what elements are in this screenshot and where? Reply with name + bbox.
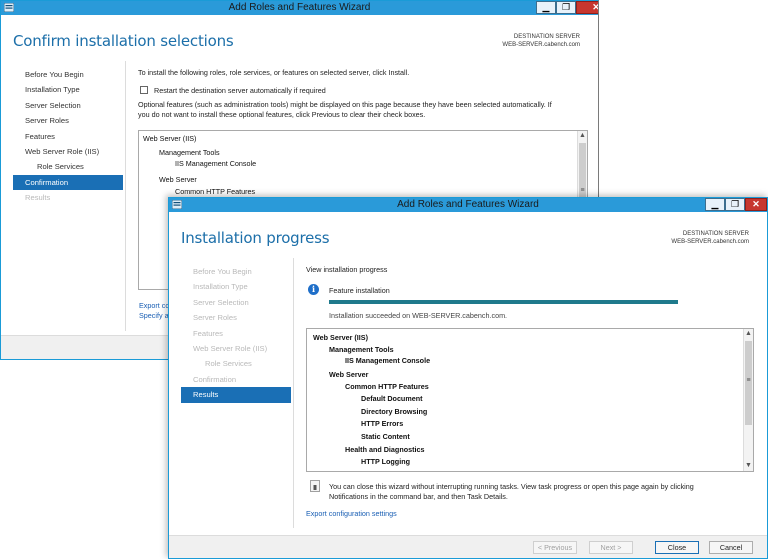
tree-item: Management Tools: [159, 148, 220, 157]
destination-label: DESTINATION SERVER: [513, 34, 580, 40]
nav-server-selection: Server Selection: [193, 297, 249, 307]
tree-item: Default Document: [361, 394, 423, 403]
scroll-up-icon[interactable]: ▲: [578, 131, 587, 141]
nav-features[interactable]: Features: [13, 129, 123, 144]
minimize-icon: ▁: [542, 2, 550, 12]
next-button[interactable]: Next >: [589, 541, 633, 554]
export-config-link[interactable]: Export cc: [139, 301, 169, 310]
minimize-button[interactable]: ▁: [705, 198, 725, 211]
destination-server-name: WEB-SERVER.cabench.com: [502, 42, 580, 48]
nav-results[interactable]: Results: [181, 387, 291, 403]
restore-button[interactable]: ❐: [556, 1, 576, 14]
tree-item: HTTP Logging: [361, 457, 410, 466]
export-config-link[interactable]: Export configuration settings: [306, 509, 397, 518]
nav-confirmation[interactable]: Confirmation: [13, 174, 123, 191]
tree-item: Static Content: [361, 432, 410, 441]
restart-checkbox[interactable]: [140, 86, 148, 94]
specify-source-link[interactable]: Specify a: [139, 311, 169, 320]
restore-button[interactable]: ❐: [725, 198, 745, 211]
close-wizard-note-1: You can close this wizard without interr…: [329, 482, 694, 491]
nav-before-you-begin: Before You Begin: [193, 267, 252, 276]
destination-server: DESTINATION SERVER WEB-SERVER.cabench.co…: [502, 33, 580, 49]
tree-item: Web Server (IIS): [143, 134, 197, 143]
tree-item: IIS Management Console: [175, 159, 257, 168]
front-content-area: View installation progress i Feature ins…: [293, 258, 763, 528]
nav-installation-type[interactable]: Installation Type: [13, 82, 123, 97]
close-icon: ✕: [752, 199, 760, 209]
feature-installation-label: Feature installation: [329, 286, 390, 295]
minimize-button[interactable]: ▁: [536, 1, 556, 14]
restore-icon: ❐: [561, 2, 571, 12]
nav-results: Results: [25, 193, 51, 203]
tree-item: Web Server (IIS): [313, 333, 368, 342]
results-list[interactable]: Web Server (IIS) Management Tools IIS Ma…: [306, 328, 754, 472]
view-progress-label: View installation progress: [306, 265, 388, 274]
scroll-up-icon[interactable]: ▲: [744, 329, 753, 339]
front-titlebar[interactable]: Add Roles and Features Wizard ▁ ❐ ✕: [169, 198, 767, 212]
progress-bar: [329, 300, 678, 304]
nav-installation-type: Installation Type: [193, 282, 248, 292]
results-scrollbar[interactable]: ▲ ≡ ▼: [743, 329, 753, 471]
tree-item: Common HTTP Features: [175, 187, 256, 196]
restart-checkbox-label[interactable]: Restart the destination server automatic…: [154, 86, 326, 95]
progress-track: [329, 300, 678, 304]
nav-role-services: Role Services: [205, 359, 252, 369]
tree-item: Common HTTP Features: [345, 382, 429, 391]
tree-item: Management Tools: [329, 345, 394, 354]
tree-item: Directory Browsing: [361, 407, 428, 416]
nav-before-you-begin[interactable]: Before You Begin: [13, 67, 123, 82]
note-icon: [310, 480, 320, 492]
info-icon: i: [308, 284, 319, 295]
previous-button[interactable]: < Previous: [533, 541, 577, 554]
page-title: Installation progress: [181, 229, 330, 247]
grip-icon: ≡: [746, 377, 751, 384]
wizard-footer: < Previous Next > Close Cancel: [169, 535, 767, 558]
scroll-down-icon[interactable]: ▼: [744, 461, 753, 471]
installation-status: Installation succeeded on WEB-SERVER.cab…: [329, 311, 508, 320]
back-footer: [1, 335, 171, 359]
close-wizard-note-2: Notifications in the command bar, and th…: [329, 492, 508, 501]
grip-icon: ≡: [580, 187, 585, 194]
cancel-button[interactable]: Cancel: [709, 541, 753, 554]
wizard-nav: Before You Begin Installation Type Serve…: [13, 67, 123, 206]
install-intro-text: To install the following roles, role ser…: [138, 68, 410, 77]
optional-features-text-2: you do not want to install these optiona…: [138, 110, 426, 119]
destination-server: DESTINATION SERVER WEB-SERVER.cabench.co…: [671, 230, 749, 246]
close-button[interactable]: Close: [655, 541, 699, 554]
nav-web-server-role[interactable]: Web Server Role (IIS): [13, 144, 123, 159]
wizard-nav: Before You Begin Installation Type Serve…: [181, 264, 291, 403]
destination-server-name: WEB-SERVER.cabench.com: [671, 239, 749, 245]
destination-label: DESTINATION SERVER: [682, 231, 749, 237]
nav-server-selection[interactable]: Server Selection: [13, 98, 123, 113]
front-window-title: Add Roles and Features Wizard: [397, 199, 539, 210]
nav-features: Features: [193, 328, 223, 338]
minimize-icon: ▁: [711, 199, 719, 209]
nav-server-roles[interactable]: Server Roles: [13, 113, 123, 128]
tree-item: Health and Diagnostics: [345, 445, 425, 454]
tree-item: Web Server: [159, 175, 197, 184]
close-window-button[interactable]: ✕: [576, 1, 598, 14]
tree-item: IIS Management Console: [345, 356, 431, 365]
nav-server-roles: Server Roles: [193, 313, 237, 323]
tree-item: Web Server: [329, 370, 369, 379]
nav-role-services[interactable]: Role Services: [13, 159, 123, 174]
back-window-title: Add Roles and Features Wizard: [228, 2, 371, 13]
page-title: Confirm installation selections: [13, 32, 234, 50]
restore-icon: ❐: [730, 199, 740, 209]
optional-features-text-1: Optional features (such as administratio…: [138, 100, 552, 109]
nav-confirmation: Confirmation: [193, 374, 237, 384]
tree-item: HTTP Errors: [361, 419, 404, 428]
close-icon: ✕: [592, 2, 598, 12]
close-window-button[interactable]: ✕: [745, 198, 767, 211]
back-titlebar[interactable]: Add Roles and Features Wizard ▁ ❐ ✕: [1, 1, 598, 15]
nav-web-server-role: Web Server Role (IIS): [193, 343, 268, 353]
front-wizard-window[interactable]: Add Roles and Features Wizard ▁ ❐ ✕ Inst…: [168, 197, 768, 559]
